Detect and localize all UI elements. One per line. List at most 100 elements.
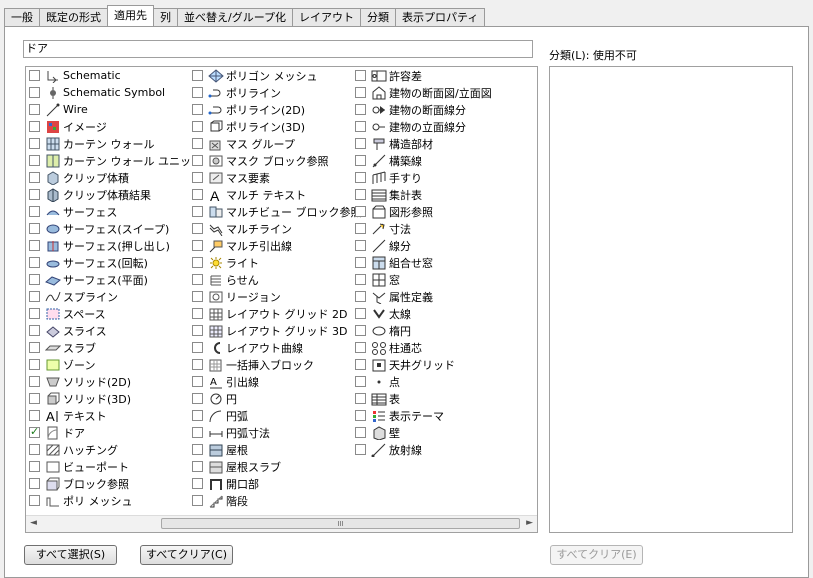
- checkbox[interactable]: [355, 274, 366, 285]
- list-item[interactable]: サーフェス(回転): [29, 254, 202, 271]
- checkbox[interactable]: [29, 291, 40, 302]
- list-item[interactable]: ポリライン(2D): [192, 101, 362, 118]
- tab-0[interactable]: 一般: [4, 8, 40, 26]
- list-item[interactable]: Wire: [29, 101, 202, 118]
- checkbox[interactable]: [192, 461, 203, 472]
- checkbox[interactable]: [29, 70, 40, 81]
- list-item[interactable]: イメージ: [29, 118, 202, 135]
- list-item[interactable]: ソリッド(3D): [29, 390, 202, 407]
- checkbox[interactable]: [355, 104, 366, 115]
- tab-2[interactable]: 適用先: [107, 5, 154, 26]
- checkbox[interactable]: [29, 206, 40, 217]
- checkbox[interactable]: [192, 308, 203, 319]
- checkbox[interactable]: [29, 274, 40, 285]
- checkbox[interactable]: [192, 189, 203, 200]
- list-item[interactable]: スラブ: [29, 339, 202, 356]
- checkbox[interactable]: [355, 325, 366, 336]
- list-item[interactable]: 許容差: [355, 67, 492, 84]
- list-item[interactable]: マルチライン: [192, 220, 362, 237]
- checkbox[interactable]: [355, 257, 366, 268]
- category-list[interactable]: [549, 66, 793, 533]
- checkbox[interactable]: [355, 172, 366, 183]
- checkbox[interactable]: [192, 223, 203, 234]
- list-item[interactable]: Schematic Symbol: [29, 84, 202, 101]
- list-item[interactable]: 構築線: [355, 152, 492, 169]
- checkbox[interactable]: [192, 376, 203, 387]
- checkbox[interactable]: [355, 70, 366, 81]
- checkbox[interactable]: [192, 138, 203, 149]
- checkbox[interactable]: [29, 172, 40, 183]
- list-item[interactable]: 円弧寸法: [192, 424, 362, 441]
- checkbox[interactable]: [192, 393, 203, 404]
- list-item[interactable]: A マルチ テキスト: [192, 186, 362, 203]
- list-item[interactable]: 集計表: [355, 186, 492, 203]
- checkbox[interactable]: [29, 121, 40, 132]
- clear-all-button[interactable]: すべてクリア(C): [140, 545, 233, 565]
- list-item[interactable]: ソリッド(2D): [29, 373, 202, 390]
- checkbox[interactable]: [192, 478, 203, 489]
- tab-3[interactable]: 列: [153, 8, 178, 26]
- scroll-right-arrow-icon[interactable]: ►: [526, 518, 533, 528]
- checkbox[interactable]: [29, 308, 40, 319]
- tab-1[interactable]: 既定の形式: [39, 8, 108, 26]
- checkbox[interactable]: [192, 70, 203, 81]
- list-item[interactable]: 屋根: [192, 441, 362, 458]
- list-item[interactable]: 組合せ窓: [355, 254, 492, 271]
- list-item[interactable]: 天井グリッド: [355, 356, 492, 373]
- checkbox[interactable]: [29, 495, 40, 506]
- checkbox[interactable]: [355, 121, 366, 132]
- checkbox[interactable]: [29, 393, 40, 404]
- checkbox[interactable]: [192, 359, 203, 370]
- list-item[interactable]: マルチビュー ブロック参照: [192, 203, 362, 220]
- checkbox[interactable]: [355, 155, 366, 166]
- checkbox[interactable]: [355, 87, 366, 98]
- tab-5[interactable]: レイアウト: [292, 8, 362, 26]
- list-item[interactable]: 建物の断面線分: [355, 101, 492, 118]
- checkbox[interactable]: [192, 87, 203, 98]
- checkbox[interactable]: [355, 138, 366, 149]
- checkbox[interactable]: [29, 478, 40, 489]
- list-item[interactable]: ブロック参照: [29, 475, 202, 492]
- list-item[interactable]: サーフェス(押し出し): [29, 237, 202, 254]
- checkbox[interactable]: [29, 87, 40, 98]
- list-item[interactable]: マス グループ: [192, 135, 362, 152]
- list-item[interactable]: ハッチング: [29, 441, 202, 458]
- list-item[interactable]: 手すり: [355, 169, 492, 186]
- list-item[interactable]: 建物の立面線分: [355, 118, 492, 135]
- list-item[interactable]: サーフェス(スイープ): [29, 220, 202, 237]
- checkbox[interactable]: [355, 342, 366, 353]
- list-item[interactable]: 放射線: [355, 441, 492, 458]
- list-item[interactable]: 楕円: [355, 322, 492, 339]
- list-item[interactable]: 一括挿入ブロック: [192, 356, 362, 373]
- list-item[interactable]: リージョン: [192, 288, 362, 305]
- scroll-left-arrow-icon[interactable]: ◄: [30, 518, 37, 528]
- checkbox[interactable]: [192, 342, 203, 353]
- checkbox[interactable]: [355, 376, 366, 387]
- list-item[interactable]: 図形参照: [355, 203, 492, 220]
- checkbox[interactable]: [355, 393, 366, 404]
- checkbox[interactable]: [29, 138, 40, 149]
- list-item[interactable]: 階段: [192, 492, 362, 509]
- list-item[interactable]: クリップ体積結果: [29, 186, 202, 203]
- list-item[interactable]: 開口部: [192, 475, 362, 492]
- checkbox[interactable]: [29, 325, 40, 336]
- list-item[interactable]: 窓: [355, 271, 492, 288]
- list-item[interactable]: サーフェス: [29, 203, 202, 220]
- list-item[interactable]: ライト: [192, 254, 362, 271]
- checkbox[interactable]: [355, 189, 366, 200]
- list-item[interactable]: ゾーン: [29, 356, 202, 373]
- checkbox[interactable]: [355, 240, 366, 251]
- list-item[interactable]: ポリライン: [192, 84, 362, 101]
- checkbox[interactable]: [192, 325, 203, 336]
- checkbox[interactable]: [192, 410, 203, 421]
- checkbox[interactable]: [355, 427, 366, 438]
- checkbox[interactable]: [29, 189, 40, 200]
- checkbox[interactable]: [29, 155, 40, 166]
- checkbox[interactable]: [355, 223, 366, 234]
- list-item[interactable]: 線分: [355, 237, 492, 254]
- horizontal-scrollbar[interactable]: ◄ III ►: [26, 515, 537, 532]
- list-item[interactable]: マルチ引出線: [192, 237, 362, 254]
- list-item[interactable]: A 引出線: [192, 373, 362, 390]
- list-item[interactable]: カーテン ウォール: [29, 135, 202, 152]
- list-item[interactable]: 属性定義: [355, 288, 492, 305]
